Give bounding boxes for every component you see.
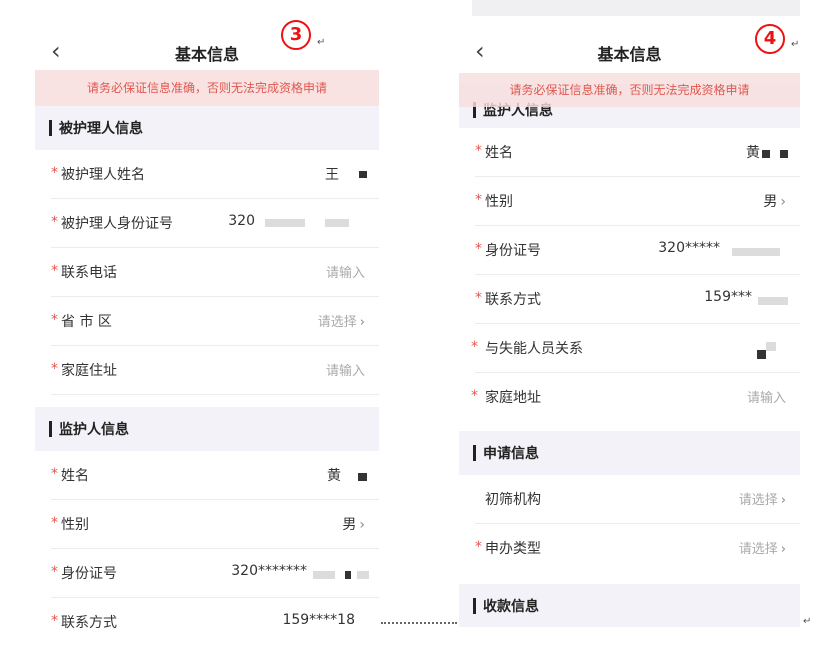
screen-4: ‹ 基本信息 监护人信息 请务必保证信息准确，否则无法完成资格申请 * 姓名 黄… bbox=[459, 0, 800, 627]
redaction-mask bbox=[357, 571, 369, 579]
field-guardian-contact[interactable]: * 联系方式 159****18 bbox=[35, 598, 379, 647]
section-ward-info: 被护理人信息 bbox=[35, 106, 379, 150]
chevron-right-icon: › bbox=[780, 493, 786, 508]
redaction-mask bbox=[757, 350, 766, 359]
redaction-mask bbox=[762, 150, 770, 158]
step-badge-3: 3 bbox=[281, 20, 311, 50]
redaction-mask bbox=[345, 571, 351, 579]
field-relationship[interactable]: * 与失能人员关系 bbox=[459, 324, 800, 373]
chevron-right-icon: › bbox=[780, 194, 786, 210]
section-title: 监护人信息 bbox=[59, 422, 129, 438]
warning-notice: 请务必保证信息准确，否则无法完成资格申请 bbox=[459, 73, 800, 107]
return-mark-icon: ↵ bbox=[317, 37, 326, 48]
section-title: 被护理人信息 bbox=[59, 121, 143, 137]
field-ward-id[interactable]: * 被护理人身份证号 320 bbox=[35, 199, 379, 248]
section-guardian-info: 监护人信息 bbox=[35, 407, 379, 451]
redaction-mask bbox=[358, 473, 367, 481]
section-title: 申请信息 bbox=[483, 446, 539, 462]
field-home-address[interactable]: * 家庭地址 请输入 bbox=[459, 373, 800, 422]
redaction-mask bbox=[732, 248, 780, 256]
field-guardian-gender[interactable]: * 性别 男 › bbox=[35, 500, 379, 549]
step-badge-4: 4 bbox=[755, 24, 785, 54]
nav-bar: ‹ 基本信息 bbox=[459, 32, 800, 72]
field-application-type[interactable]: * 申办类型 请选择 › bbox=[459, 524, 800, 573]
redaction-mask bbox=[265, 219, 305, 227]
field-guardian-gender[interactable]: * 性别 男 › bbox=[459, 177, 800, 226]
chevron-right-icon: › bbox=[780, 542, 786, 557]
redaction-mask bbox=[359, 171, 367, 178]
redaction-mask bbox=[780, 150, 788, 158]
redaction-mask bbox=[758, 297, 788, 305]
warning-notice: 请务必保证信息准确，否则无法完成资格申请 bbox=[35, 70, 379, 106]
redaction-mask bbox=[766, 342, 776, 351]
field-guardian-id[interactable]: * 身份证号 320***** bbox=[459, 226, 800, 275]
field-region[interactable]: * 省 市 区 请选择 › bbox=[35, 297, 379, 346]
nav-bar: ‹ 基本信息 bbox=[35, 32, 379, 72]
redaction-mask bbox=[325, 219, 349, 227]
field-ward-name[interactable]: * 被护理人姓名 王 bbox=[35, 150, 379, 199]
dotted-leader bbox=[381, 622, 457, 624]
section-application-info: 申请信息 bbox=[459, 431, 800, 475]
field-guardian-id[interactable]: * 身份证号 320******* bbox=[35, 549, 379, 598]
field-guardian-name[interactable]: * 姓名 黄 bbox=[459, 128, 800, 177]
field-phone[interactable]: * 联系电话 请输入 bbox=[35, 248, 379, 297]
field-home-address[interactable]: * 家庭住址 请输入 bbox=[35, 346, 379, 395]
field-guardian-name[interactable]: * 姓名 黄 bbox=[35, 451, 379, 500]
field-guardian-contact[interactable]: * 联系方式 159*** bbox=[459, 275, 800, 324]
page-title: 基本信息 bbox=[174, 45, 239, 64]
return-mark-icon: ↵ bbox=[791, 39, 800, 50]
return-mark-icon: ↵ bbox=[803, 616, 812, 627]
redaction-mask bbox=[313, 571, 335, 579]
section-title: 收款信息 bbox=[483, 599, 539, 615]
chevron-right-icon: › bbox=[359, 315, 365, 330]
section-payment-info: 收款信息 bbox=[459, 584, 800, 627]
screen-3: ‹ 基本信息 请务必保证信息准确，否则无法完成资格申请 被护理人信息 * 被护理… bbox=[35, 22, 379, 651]
chevron-right-icon: › bbox=[359, 517, 365, 533]
field-screening-agency[interactable]: 初筛机构 请选择 › bbox=[459, 475, 800, 524]
page-title: 基本信息 bbox=[597, 45, 662, 64]
